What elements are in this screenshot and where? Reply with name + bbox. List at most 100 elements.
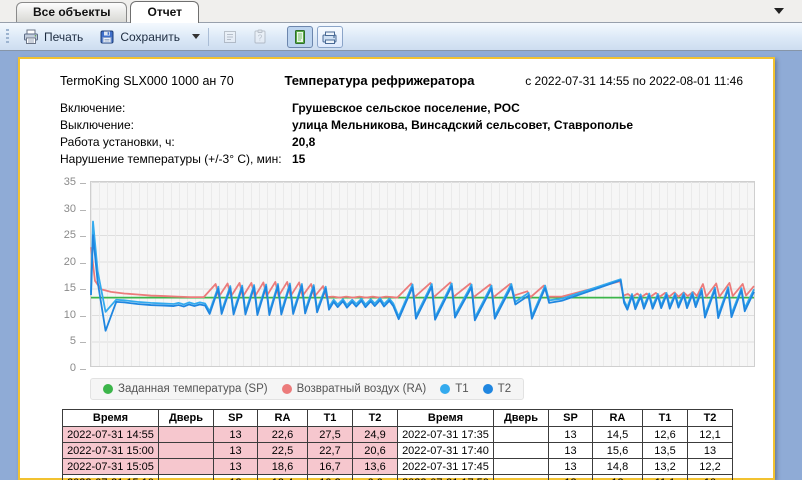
report-table: ВремяДверьSPRAT1T2ВремяДверьSPRAT1T2 202…	[62, 409, 733, 480]
table-cell: 13	[549, 475, 593, 481]
y-tick-mark	[80, 236, 86, 237]
print-button[interactable]: Печать	[17, 27, 89, 47]
table-cell: 13,2	[643, 459, 688, 475]
save-button-label: Сохранить	[120, 30, 180, 44]
y-tick-mark	[80, 210, 86, 211]
table-cell: 2022-07-31 17:35	[398, 427, 494, 443]
legend-label: Заданная температура (SP)	[118, 383, 268, 395]
info-label: Включение:	[60, 101, 292, 115]
save-button[interactable]: Сохранить	[93, 27, 186, 47]
table-row: 2022-07-31 14:551322,627,524,92022-07-31…	[63, 427, 733, 443]
report-info: Включение: Грушевское сельское поселение…	[60, 101, 743, 166]
table-header-row: ВремяДверьSPRAT1T2ВремяДверьSPRAT1T2	[63, 410, 733, 427]
help-button: ?	[247, 26, 273, 48]
table-cell	[159, 443, 214, 459]
legend-label: T1	[455, 383, 468, 395]
column-header: SP	[214, 410, 258, 427]
y-tick-mark	[80, 342, 86, 343]
table-cell: 12,6	[643, 427, 688, 443]
table-cell: 11,1	[643, 475, 688, 481]
column-header: T1	[308, 410, 353, 427]
legend-label: T2	[498, 383, 511, 395]
legend-dot-icon	[103, 384, 113, 394]
report-workspace: TermoKing SLX000 1000 ан 70 Температура …	[0, 51, 802, 480]
y-tick-mark	[80, 289, 86, 290]
pages-view-button[interactable]	[317, 26, 343, 48]
legend-item: Возвратный воздух (RA)	[282, 383, 427, 395]
table-cell: 24,9	[353, 427, 398, 443]
details-icon	[222, 29, 238, 45]
print-button-label: Печать	[44, 30, 83, 44]
column-header: Дверь	[494, 410, 549, 427]
chart-series-3	[91, 235, 754, 331]
table-cell: 15,6	[593, 443, 643, 459]
table-cell: 13	[214, 475, 258, 481]
report-view-button[interactable]	[287, 26, 313, 48]
table-cell: 2022-07-31 15:00	[63, 443, 159, 459]
toolbar-grip[interactable]	[6, 29, 9, 45]
y-tick-label: 0	[46, 362, 76, 374]
table-cell: 12,1	[688, 427, 733, 443]
column-header: SP	[549, 410, 593, 427]
y-tick-mark	[80, 183, 86, 184]
y-tick-mark	[80, 316, 86, 317]
column-header: T2	[353, 410, 398, 427]
table-cell: 22,6	[258, 427, 308, 443]
table-cell	[494, 427, 549, 443]
table-cell: 20,6	[353, 443, 398, 459]
tab-report[interactable]: Отчет	[130, 1, 199, 23]
table-cell: 2022-07-31 15:05	[63, 459, 159, 475]
y-tick-label: 10	[46, 309, 76, 321]
table-cell: 2022-07-31 14:55	[63, 427, 159, 443]
table-cell: 13	[214, 459, 258, 475]
table-cell: 13,6	[353, 459, 398, 475]
info-label: Выключение:	[60, 118, 292, 132]
y-tick-label: 25	[46, 229, 76, 241]
table-cell	[494, 475, 549, 481]
table-cell: 13	[549, 459, 593, 475]
column-header: RA	[593, 410, 643, 427]
legend-item: T2	[483, 383, 511, 395]
table-row: 2022-07-31 15:051318,616,713,62022-07-31…	[63, 459, 733, 475]
y-tick-mark	[80, 263, 86, 264]
column-header: Дверь	[159, 410, 214, 427]
table-cell: 2022-07-31 17:40	[398, 443, 494, 459]
table-cell: 10	[688, 475, 733, 481]
table-cell: 13	[549, 443, 593, 459]
green-document-icon	[292, 29, 308, 45]
table-row: 2022-07-31 15:001322,522,720,62022-07-31…	[63, 443, 733, 459]
table-cell: 2022-07-31 15:10	[63, 475, 159, 481]
save-dropdown-icon[interactable]	[192, 34, 200, 39]
report-title: Температура рефрижератора	[234, 73, 526, 88]
legend-dot-icon	[282, 384, 292, 394]
y-tick-label: 20	[46, 256, 76, 268]
report-header: TermoKing SLX000 1000 ан 70 Температура …	[60, 73, 743, 88]
table-cell: 6,6	[353, 475, 398, 481]
chart-legend: Заданная температура (SP) Возвратный возд…	[90, 378, 524, 400]
y-tick-mark	[80, 369, 86, 370]
tab-all-objects[interactable]: Все объекты	[16, 2, 127, 22]
report-period: с 2022-07-31 14:55 по 2022-08-01 11:46	[525, 74, 743, 88]
chart-plot	[90, 181, 755, 367]
legend-item: Заданная температура (SP)	[103, 383, 268, 395]
info-value: улица Мельникова, Винсадский сельсовет, …	[292, 118, 743, 132]
info-value: Грушевское сельское поселение, РОС	[292, 101, 743, 115]
table-cell: 16,7	[308, 459, 353, 475]
table-cell: 2022-07-31 17:50	[398, 475, 494, 481]
info-label: Нарушение температуры (+/-3° C), мин:	[60, 152, 292, 166]
table-cell	[159, 459, 214, 475]
table-cell: 10,3	[308, 475, 353, 481]
details-button	[217, 26, 243, 48]
table-cell: 13,5	[643, 443, 688, 459]
chart-lines	[91, 182, 754, 366]
column-header: RA	[258, 410, 308, 427]
info-value: 20,8	[292, 135, 743, 149]
tab-list-dropdown-icon[interactable]	[774, 8, 784, 14]
column-header: T2	[688, 410, 733, 427]
printer-icon	[23, 29, 39, 45]
table-cell: 13	[593, 475, 643, 481]
table-cell: 13,4	[258, 475, 308, 481]
info-label: Работа установки, ч:	[60, 135, 292, 149]
y-tick-label: 5	[46, 335, 76, 347]
legend-dot-icon	[483, 384, 493, 394]
